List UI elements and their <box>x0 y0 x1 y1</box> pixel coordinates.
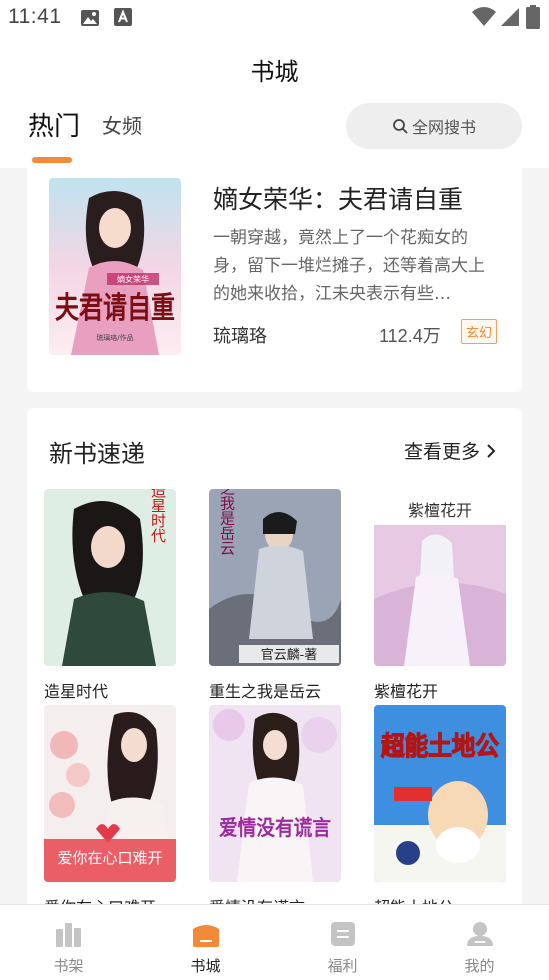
bottom-navigation: 书架 书城 福利 我的 <box>0 904 549 980</box>
nav-label-benefits: 福利 <box>327 957 358 975</box>
benefits-icon <box>331 922 355 946</box>
nav-item-bookstore[interactable]: 书城 <box>137 905 274 980</box>
page-title: 书城 <box>250 58 299 86</box>
svg-text:造星时代: 造星时代 <box>149 489 167 544</box>
tab-female[interactable]: 女频 <box>102 110 142 139</box>
book-item[interactable]: 超能土地公 超能土地公 <box>374 705 506 904</box>
featured-book-cover[interactable]: 嫡女荣华 夫君请自重 琉璃珞/作品 <box>49 178 181 355</box>
featured-book-author: 琉璃珞 <box>213 326 267 347</box>
book-cover[interactable]: 紫檀花开 <box>374 489 506 666</box>
bookstore-icon <box>193 925 219 947</box>
svg-text:官云麟-著: 官云麟-著 <box>261 647 317 663</box>
book-item[interactable]: 重生之我是岳云 官云麟-著 重生之我是岳云 <box>209 489 341 702</box>
new-books-title: 新书速递 <box>49 440 145 468</box>
book-item[interactable]: 爱你在心口难开 爱你在心口难开 <box>44 705 176 904</box>
profile-icon <box>467 922 493 946</box>
search-button[interactable]: 全网搜书 <box>346 103 522 149</box>
search-label: 全网搜书 <box>411 118 476 137</box>
status-time: 11:41 <box>8 5 62 28</box>
book-item[interactable]: 紫檀花开 紫檀花开 <box>374 489 506 702</box>
active-tab-indicator <box>32 157 72 163</box>
featured-book-readcount: 112.4万 <box>379 326 441 347</box>
svg-text:重生之我是岳云: 重生之我是岳云 <box>218 489 236 556</box>
nav-label-profile: 我的 <box>464 957 495 975</box>
nav-item-profile[interactable]: 我的 <box>411 905 548 980</box>
view-more-button[interactable]: 查看更多 <box>404 437 496 464</box>
image-notification-icon <box>81 10 99 26</box>
book-cover[interactable]: 爱你在心口难开 <box>44 705 176 882</box>
book-title[interactable]: 爱你在心口难开 <box>44 894 176 904</box>
content-scroll-area[interactable]: 嫡女荣华 夫君请自重 琉璃珞/作品 嫡女荣华：夫君请自重 一朝穿越，竟然上了一个… <box>0 168 549 904</box>
svg-text:嫡女荣华: 嫡女荣华 <box>117 274 149 284</box>
chevron-right-icon <box>487 443 496 458</box>
book-cover[interactable]: 造星时代 <box>44 489 176 666</box>
header: 书城 热门 女频 全网搜书 <box>0 36 549 168</box>
svg-text:紫檀花开: 紫檀花开 <box>408 501 472 520</box>
svg-text:超能土地公: 超能土地公 <box>381 731 499 762</box>
book-title[interactable]: 紫檀花开 <box>374 678 506 702</box>
book-cover[interactable]: 重生之我是岳云 官云麟-著 <box>209 489 341 666</box>
book-item[interactable]: 爱情没有谎言 爱情没有谎言 <box>209 705 341 904</box>
book-item[interactable]: 造星时代 造星时代 <box>44 489 176 702</box>
featured-book-description: 一朝穿越，竟然上了一个花痴女的身，留下一堆烂摊子，还等着高大上的她来收拾，江未央… <box>213 228 485 304</box>
featured-book-card[interactable]: 嫡女荣华 夫君请自重 琉璃珞/作品 嫡女荣华：夫君请自重 一朝穿越，竟然上了一个… <box>27 168 522 392</box>
bookshelf-icon <box>56 923 81 947</box>
svg-text:夫君请自重: 夫君请自重 <box>55 291 175 326</box>
book-title[interactable]: 爱情没有谎言 <box>209 894 341 904</box>
text-notification-icon <box>114 8 132 26</box>
book-title[interactable]: 超能土地公 <box>374 894 506 904</box>
status-bar: 11:41 <box>0 0 549 36</box>
wifi-icon <box>472 7 496 27</box>
featured-book-genre-tag: 玄幻 <box>461 319 498 344</box>
svg-text:爱你在心口难开: 爱你在心口难开 <box>57 849 162 867</box>
new-books-section: 新书速递 查看更多 造星时代 造星时代 重生之我是岳云 官云麟-著 重生之我是岳… <box>27 408 522 904</box>
book-title[interactable]: 重生之我是岳云 <box>209 678 341 702</box>
search-icon <box>393 119 408 134</box>
book-title[interactable]: 造星时代 <box>44 678 176 702</box>
tab-hot[interactable]: 热门 <box>28 106 80 143</box>
battery-icon <box>526 5 540 29</box>
svg-text:琉璃珞/作品: 琉璃珞/作品 <box>96 333 133 342</box>
nav-item-bookshelf[interactable]: 书架 <box>0 905 137 980</box>
signal-icon <box>501 8 519 26</box>
book-cover[interactable]: 超能土地公 <box>374 705 506 882</box>
svg-text:爱情没有谎言: 爱情没有谎言 <box>219 815 331 840</box>
book-cover[interactable]: 爱情没有谎言 <box>209 705 341 882</box>
nav-label-bookstore: 书城 <box>190 957 221 975</box>
nav-label-bookshelf: 书架 <box>53 957 84 975</box>
featured-book-title[interactable]: 嫡女荣华：夫君请自重 <box>213 180 463 216</box>
nav-item-benefits[interactable]: 福利 <box>274 905 411 980</box>
